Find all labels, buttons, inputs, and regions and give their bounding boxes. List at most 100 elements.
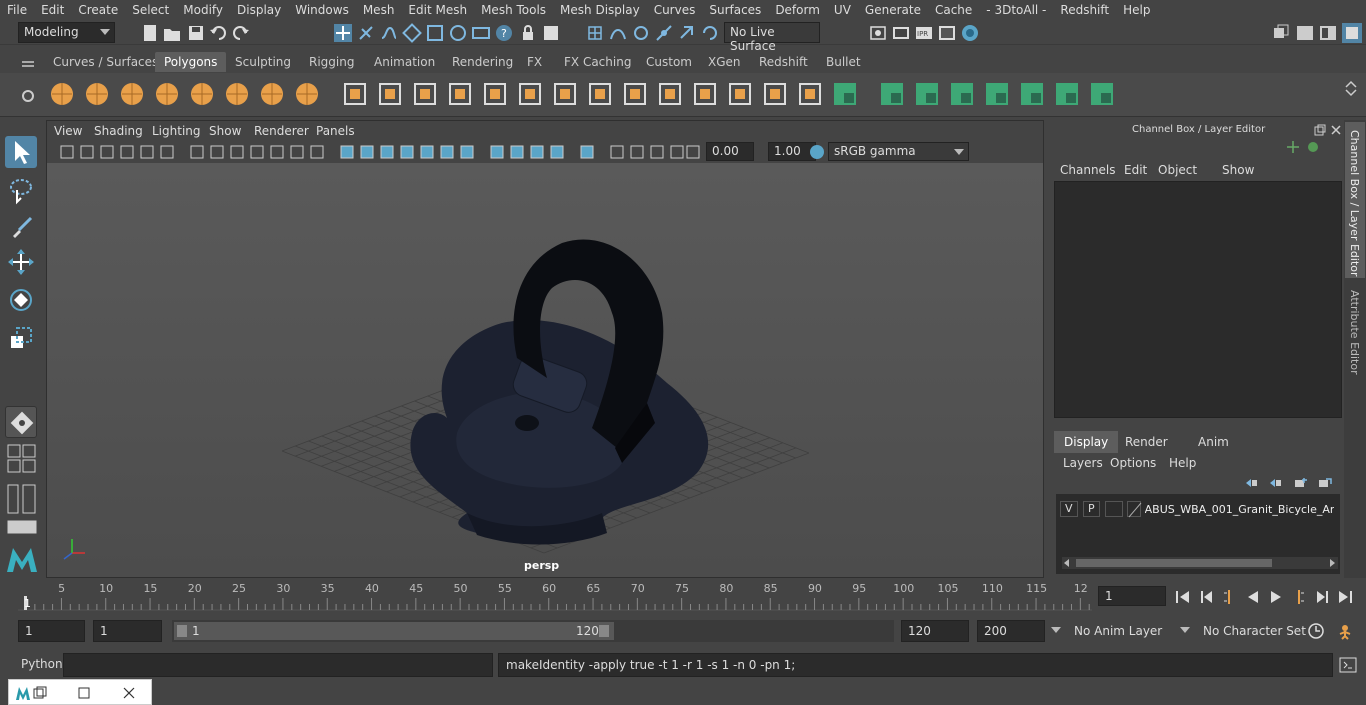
side-tab-attribute-editor[interactable]: Attribute Editor — [1345, 284, 1365, 380]
menu-modify[interactable]: Modify — [176, 3, 230, 17]
layer-tab-render[interactable]: Render — [1115, 431, 1178, 453]
new-layer-selected-icon[interactable] — [1318, 477, 1332, 489]
grease-pencil-icon[interactable] — [159, 144, 175, 160]
layer-color-swatch[interactable] — [1126, 501, 1142, 518]
viewport-menu-view[interactable]: View — [54, 124, 82, 138]
scale-tool[interactable] — [5, 322, 37, 354]
shelf-tab-animation[interactable]: Animation — [365, 52, 444, 72]
menu-mesh[interactable]: Mesh — [356, 3, 402, 17]
sculpt-geometry-icon[interactable] — [585, 79, 615, 109]
auto-key-icon[interactable] — [1307, 622, 1325, 640]
channel-menu-channels[interactable]: Channels — [1060, 163, 1116, 177]
xray-icon[interactable] — [419, 144, 435, 160]
layout-persp-outliner-icon[interactable] — [7, 484, 37, 514]
safe-action-icon[interactable] — [289, 144, 305, 160]
menu-mesh-display[interactable]: Mesh Display — [553, 3, 647, 17]
select-uv-icon[interactable] — [472, 24, 490, 42]
select-component-icon[interactable] — [380, 24, 398, 42]
layer-tab-anim[interactable]: Anim — [1188, 431, 1239, 453]
wireframe-icon[interactable] — [339, 144, 355, 160]
smooth-icon[interactable] — [445, 79, 475, 109]
ambient-occlusion-icon[interactable] — [509, 144, 525, 160]
character-set-selector[interactable]: No Character Set — [1203, 624, 1306, 638]
chevron-down-icon[interactable] — [1178, 621, 1192, 639]
shelf-tab-custom[interactable]: Custom — [637, 52, 701, 72]
select-face-icon[interactable] — [449, 24, 467, 42]
boolean-icon[interactable] — [480, 79, 510, 109]
last-tool-used[interactable] — [5, 406, 37, 438]
menu-uv[interactable]: UV — [827, 3, 858, 17]
move-tool[interactable] — [5, 246, 37, 278]
shelf-tab-xgen[interactable]: XGen — [699, 52, 750, 72]
menu-deform[interactable]: Deform — [768, 3, 827, 17]
select-camera-icon[interactable] — [59, 144, 75, 160]
shadows-icon[interactable] — [489, 144, 505, 160]
lighting-icon[interactable] — [459, 144, 475, 160]
smooth-shade-icon[interactable] — [359, 144, 375, 160]
exposure-field[interactable]: 0.00 — [706, 142, 754, 161]
float-panel-icon[interactable] — [1314, 124, 1326, 136]
film-gate-icon[interactable] — [209, 144, 225, 160]
menu-redshift[interactable]: Redshift — [1053, 3, 1116, 17]
scene-end-field[interactable]: 200 — [977, 620, 1045, 642]
menu-mesh-tools[interactable]: Mesh Tools — [474, 3, 553, 17]
shelf-tab-rigging[interactable]: Rigging — [300, 52, 363, 72]
snap-surface-icon[interactable] — [701, 24, 719, 42]
color-management-icon[interactable] — [809, 144, 825, 160]
poly-cube-icon[interactable] — [82, 79, 112, 109]
render-settings-icon[interactable] — [869, 24, 887, 42]
scrollbar-thumb[interactable] — [1076, 559, 1272, 567]
channel-menu-object[interactable]: Object — [1158, 163, 1197, 177]
bevel-icon[interactable] — [620, 79, 650, 109]
step-back-frame-icon[interactable] — [1198, 588, 1216, 606]
step-forward-frame-icon[interactable] — [1313, 588, 1331, 606]
snap-grid-icon[interactable] — [586, 24, 604, 42]
layer-row[interactable]: V P ABUS_WBA_001_Granit_Bicycle_Ancho — [1060, 500, 1334, 518]
playback-end-field[interactable]: 120 — [901, 620, 969, 642]
snap-curve-icon[interactable] — [609, 24, 627, 42]
layer-visibility-toggle[interactable]: V — [1060, 501, 1078, 517]
workspace-icon[interactable] — [1272, 24, 1290, 42]
minimized-window[interactable] — [8, 679, 152, 705]
3d-scene[interactable]: persp — [47, 163, 1043, 577]
tool-settings-toggle-icon[interactable] — [1319, 24, 1337, 42]
move-layer-down-icon[interactable] — [1268, 477, 1282, 489]
menu-edit[interactable]: Edit — [34, 3, 71, 17]
bridge-icon[interactable] — [655, 79, 685, 109]
side-tab-channel-box[interactable]: Channel Box / Layer Editor — [1345, 122, 1365, 278]
menu-select[interactable]: Select — [125, 3, 176, 17]
viewport-menu-lighting[interactable]: Lighting — [152, 124, 201, 138]
shelf-tab-fx[interactable]: FX — [518, 52, 551, 72]
quad-draw-icon[interactable] — [947, 79, 977, 109]
menu-file[interactable]: File — [0, 3, 34, 17]
menu-windows[interactable]: Windows — [288, 3, 356, 17]
layer-menu-layers[interactable]: Layers — [1063, 456, 1103, 470]
render-current-frame-icon[interactable] — [892, 24, 910, 42]
channel-list[interactable] — [1054, 181, 1342, 418]
grease-pencil-frame-icon[interactable] — [669, 144, 685, 160]
poly-plane-icon[interactable] — [187, 79, 217, 109]
poly-pyramid-icon[interactable] — [257, 79, 287, 109]
menu-help[interactable]: Help — [1116, 3, 1157, 17]
extrude-icon[interactable] — [690, 79, 720, 109]
wireframe-on-shaded-icon[interactable] — [399, 144, 415, 160]
viewport-menu-show[interactable]: Show — [209, 124, 241, 138]
lasso-tool[interactable] — [5, 174, 37, 206]
poly-cylinder-icon[interactable] — [117, 79, 147, 109]
poly-sphere-icon[interactable] — [47, 79, 77, 109]
mirror-icon[interactable] — [515, 79, 545, 109]
play-forward-icon[interactable] — [1267, 588, 1285, 606]
scroll-left-icon[interactable] — [1063, 559, 1071, 567]
layer-playback-toggle[interactable]: P — [1082, 501, 1101, 517]
render-view-icon[interactable] — [938, 24, 956, 42]
combine-icon[interactable] — [340, 79, 370, 109]
menu-create[interactable]: Create — [71, 3, 125, 17]
script-editor-icon[interactable] — [1339, 656, 1357, 674]
rotate-tool[interactable] — [5, 284, 37, 316]
extract-icon[interactable] — [410, 79, 440, 109]
shelf-tab-rendering[interactable]: Rendering — [443, 52, 522, 72]
chevron-down-icon[interactable] — [1049, 621, 1063, 639]
depth-of-field-icon[interactable] — [579, 144, 595, 160]
open-scene-icon[interactable] — [163, 24, 181, 42]
select-vertex-icon[interactable] — [402, 23, 422, 43]
